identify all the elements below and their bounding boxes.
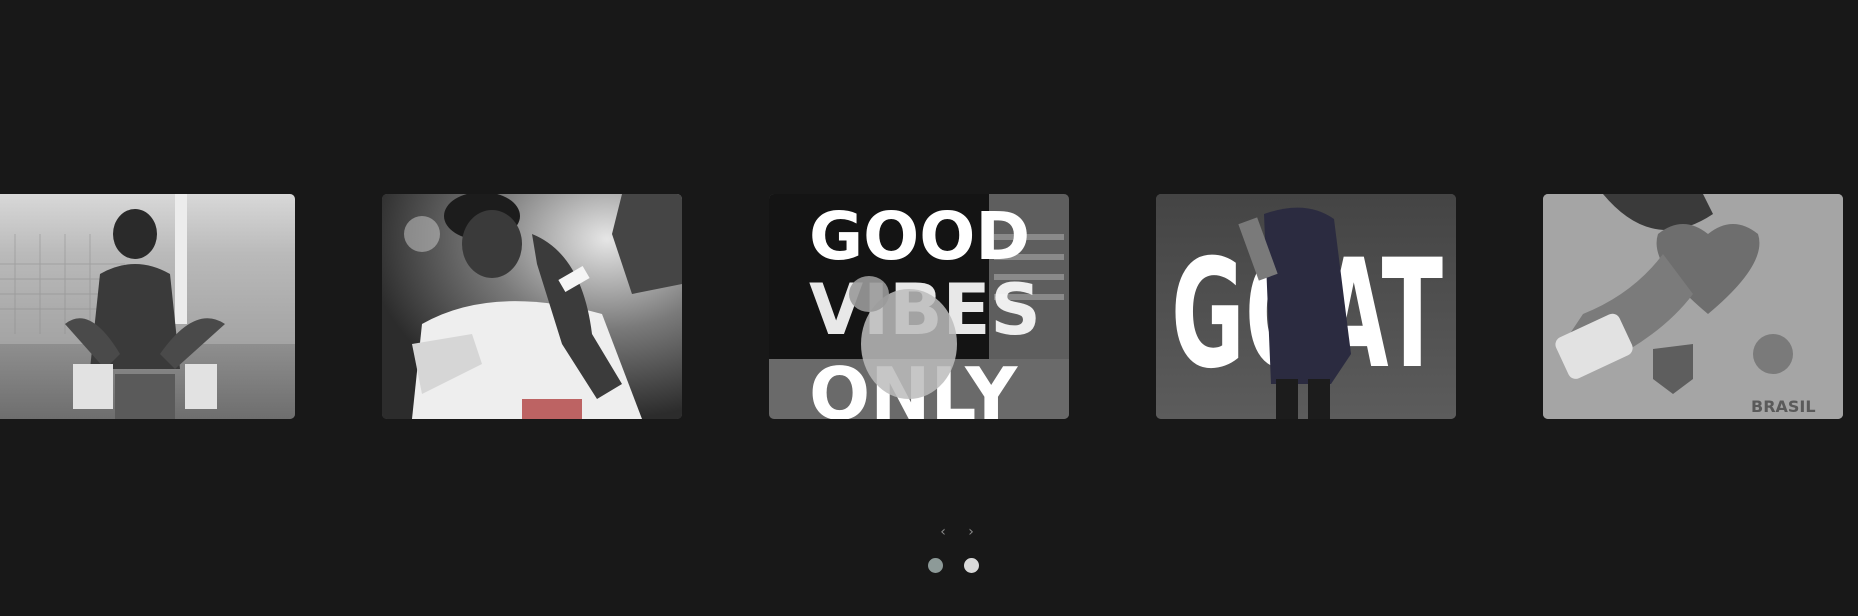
- good-text: GOOD: [809, 198, 1030, 275]
- chevron-left-icon[interactable]: ‹: [932, 522, 954, 542]
- carousel-slide[interactable]: BRASIL: [1543, 194, 1843, 419]
- brasil-text: BRASIL: [1751, 397, 1816, 416]
- carousel-nav: ‹ ›: [932, 522, 982, 542]
- carousel-slide[interactable]: [0, 194, 295, 419]
- pagination-dot-1[interactable]: [928, 558, 943, 573]
- heart-hands-brazil-kit-photo: BRASIL: [1543, 194, 1843, 419]
- carousel-slide[interactable]: GOAT: [1156, 194, 1456, 419]
- carousel-slide[interactable]: [382, 194, 682, 419]
- chevron-right-icon[interactable]: ›: [960, 522, 982, 542]
- carousel-pagination: [928, 558, 979, 573]
- goat-poster: GOAT: [1156, 194, 1456, 419]
- carousel: GOOD VIBES ONLY GOAT: [0, 0, 1858, 616]
- good-vibes-only-poster: GOOD VIBES ONLY: [769, 194, 1069, 419]
- player-sitting-on-pitch-photo: [0, 194, 295, 419]
- carousel-slide[interactable]: GOOD VIBES ONLY: [769, 194, 1069, 419]
- player-in-santos-kit-photo: [382, 194, 682, 419]
- pagination-dot-2[interactable]: [964, 558, 979, 573]
